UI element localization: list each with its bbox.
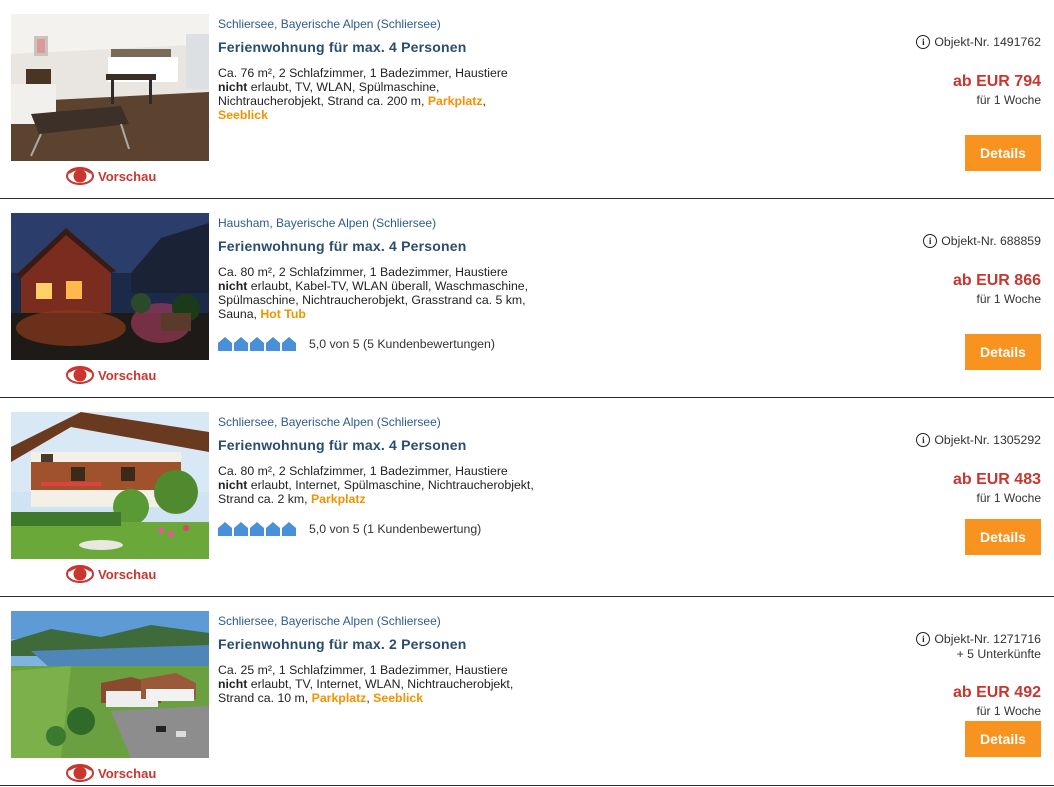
location-link[interactable]: Hausham, Bayerische Alpen (Schliersee) [218,216,538,230]
listing-info: Schliersee, Bayerische Alpen (Schliersee… [218,17,538,122]
listing-info: Schliersee, Bayerische Alpen (Schliersee… [218,614,538,705]
preview-link[interactable]: Vorschau [66,365,156,385]
house-rating-icons [218,522,296,536]
location-link[interactable]: Schliersee, Bayerische Alpen (Schliersee… [218,614,538,628]
info-icon[interactable]: i [916,433,931,447]
price: ab EUR 483 [952,471,1041,488]
eye-icon [66,764,94,782]
price-period: für 1 Woche [976,704,1041,718]
object-number-text: Objekt-Nr. 1271716 [934,632,1041,646]
listing-card: Vorschau Hausham, Bayerische Alpen (Schl… [0,199,1054,398]
rating-houses [218,522,298,536]
listing-photo[interactable] [11,213,209,360]
listing-photo[interactable] [11,412,209,559]
more-units-link[interactable]: + 5 Unterkünfte [957,647,1041,661]
features-negation: nicht [218,279,248,293]
rating-houses [218,337,298,351]
listing-price-panel: i Objekt-Nr. 688859 ab EUR 866 für 1 Woc… [781,199,1041,398]
feature-highlight-parking: Parkplatz [311,691,367,705]
eye-icon [66,565,94,583]
object-number: i Objekt-Nr. 688859 [923,234,1041,248]
price: ab EUR 866 [952,272,1041,289]
info-icon[interactable]: i [923,234,938,248]
features-text: Ca. 80 m², 2 Schlafzimmer, 1 Badezimmer,… [218,265,508,279]
features-text: Ca. 76 m², 2 Schlafzimmer, 1 Badezimmer,… [218,66,508,80]
details-button[interactable]: Details [965,334,1041,370]
feature-highlight-hottub: Hot Tub [260,307,306,321]
info-icon[interactable]: i [916,632,931,646]
preview-link[interactable]: Vorschau [66,763,156,783]
location-link[interactable]: Schliersee, Bayerische Alpen (Schliersee… [218,17,538,31]
details-button[interactable]: Details [965,721,1041,757]
features-text: Ca. 25 m², 1 Schlafzimmer, 1 Badezimmer,… [218,663,508,677]
listing-title[interactable]: Ferienwohnung für max. 4 Personen [218,238,538,254]
listing-price-panel: i Objekt-Nr. 1305292 ab EUR 483 für 1 Wo… [781,398,1041,597]
listing-card: Vorschau Schliersee, Bayerische Alpen (S… [0,0,1054,199]
listing-title[interactable]: Ferienwohnung für max. 4 Personen [218,39,538,55]
features-negation: nicht [218,677,248,691]
eye-icon [66,366,94,384]
lake-aerial-image [11,611,209,758]
preview-label: Vorschau [98,367,157,383]
cabin-night-image [11,213,209,360]
info-icon[interactable]: i [916,35,931,49]
location-link[interactable]: Schliersee, Bayerische Alpen (Schliersee… [218,415,538,429]
features-text: Ca. 80 m², 2 Schlafzimmer, 1 Badezimmer,… [218,464,508,478]
listing-title[interactable]: Ferienwohnung für max. 2 Personen [218,636,538,652]
features-separator: , [482,94,486,108]
rating-text: 5,0 von 5 (1 Kundenbewertung) [309,522,482,536]
rating-text: 5,0 von 5 (5 Kundenbewertungen) [309,337,495,351]
listing-photo[interactable] [11,611,209,758]
feature-list: Ca. 76 m², 2 Schlafzimmer, 1 Badezimmer,… [218,66,538,122]
feature-list: Ca. 80 m², 2 Schlafzimmer, 1 Badezimmer,… [218,464,538,506]
listing-card: Vorschau Schliersee, Bayerische Alpen (S… [0,597,1054,786]
feature-list: Ca. 80 m², 2 Schlafzimmer, 1 Badezimmer,… [218,265,538,321]
rating[interactable]: 5,0 von 5 (5 Kundenbewertungen) [218,337,538,351]
object-number: i Objekt-Nr. 1271716 [916,632,1041,646]
feature-highlight-parking: Parkplatz [427,94,483,108]
listing-card: Vorschau Schliersee, Bayerische Alpen (S… [0,398,1054,597]
feature-highlight-lakeview: Seeblick [373,691,424,705]
chalet-garden-image [11,412,209,559]
object-number-text: Objekt-Nr. 1305292 [934,433,1041,447]
object-number: i Objekt-Nr. 1491762 [916,35,1041,49]
listing-price-panel: i Objekt-Nr. 1271716 + 5 Unterkünfte ab … [781,597,1041,786]
features-text: erlaubt, TV, WLAN, Spülmaschine, Nichtra… [218,80,440,108]
eye-icon [66,167,94,185]
preview-link[interactable]: Vorschau [66,564,156,584]
listing-photo[interactable] [11,14,209,161]
preview-label: Vorschau [98,765,157,781]
apartment-interior-image [11,14,209,161]
object-number-text: Objekt-Nr. 688859 [941,234,1041,248]
price: ab EUR 794 [952,73,1041,90]
listing-info: Schliersee, Bayerische Alpen (Schliersee… [218,415,538,536]
listing-price-panel: i Objekt-Nr. 1491762 ab EUR 794 für 1 Wo… [781,0,1041,199]
feature-list: Ca. 25 m², 1 Schlafzimmer, 1 Badezimmer,… [218,663,538,705]
house-rating-icons [218,337,296,351]
price-period: für 1 Woche [976,491,1041,505]
rating[interactable]: 5,0 von 5 (1 Kundenbewertung) [218,522,538,536]
object-number: i Objekt-Nr. 1305292 [916,433,1041,447]
listing-title[interactable]: Ferienwohnung für max. 4 Personen [218,437,538,453]
preview-label: Vorschau [98,168,157,184]
feature-highlight-parking: Parkplatz [310,492,366,506]
price-period: für 1 Woche [976,292,1041,306]
preview-link[interactable]: Vorschau [66,166,156,186]
listing-info: Hausham, Bayerische Alpen (Schliersee) F… [218,216,538,351]
price-period: für 1 Woche [976,93,1041,107]
feature-highlight-lakeview: Seeblick [218,108,268,122]
preview-label: Vorschau [98,566,157,582]
features-negation: nicht [218,80,248,94]
object-number-text: Objekt-Nr. 1491762 [934,35,1041,49]
details-button[interactable]: Details [965,135,1041,171]
price: ab EUR 492 [952,684,1041,701]
features-text: erlaubt, Internet, Spülmaschine, Nichtra… [218,478,534,506]
details-button[interactable]: Details [965,519,1041,555]
features-negation: nicht [218,478,248,492]
